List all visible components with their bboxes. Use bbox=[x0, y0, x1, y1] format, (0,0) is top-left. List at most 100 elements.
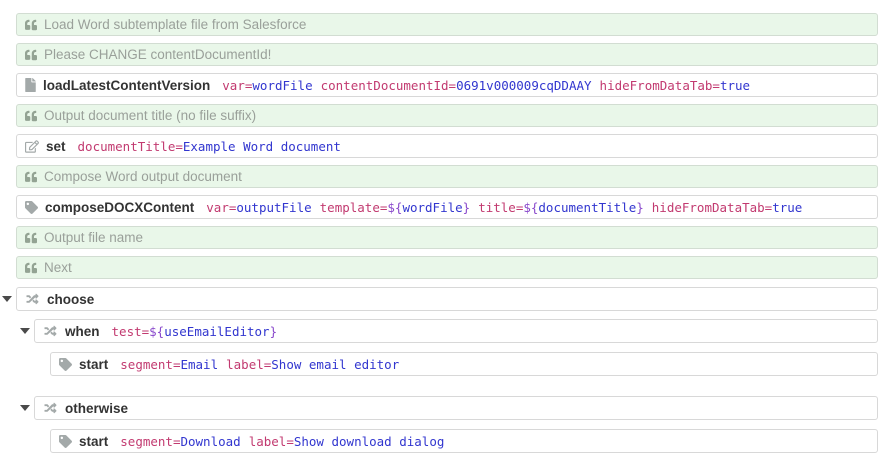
command-params: documentTitle=Example Word document bbox=[78, 139, 349, 154]
param-key: var= bbox=[222, 78, 252, 93]
param-expression-close: } bbox=[463, 200, 471, 215]
comment-row[interactable]: Output document title (no file suffix) bbox=[16, 104, 878, 127]
param-expression-close: } bbox=[270, 324, 278, 339]
command-params: segment=Email label=Show email editor bbox=[120, 357, 407, 372]
param-key: segment= bbox=[120, 357, 180, 372]
script-row: Load Word subtemplate file from Salesfor… bbox=[16, 13, 878, 36]
command-row[interactable]: composeDOCXContent var=outputFile template… bbox=[16, 195, 878, 219]
param-key: label= bbox=[249, 434, 294, 449]
param-key: hideFromDataTab= bbox=[600, 78, 720, 93]
script-row: Output document title (no file suffix) bbox=[16, 104, 878, 127]
comment-row[interactable]: Load Word subtemplate file from Salesfor… bbox=[16, 13, 878, 36]
param-key: hideFromDataTab= bbox=[652, 200, 772, 215]
script-row: composeDOCXContent var=outputFile template… bbox=[16, 195, 878, 219]
command-params: var=wordFile contentDocumentId=0691v00000… bbox=[222, 78, 758, 93]
script-row: otherwise bbox=[34, 396, 878, 420]
quote-icon bbox=[25, 171, 37, 183]
script-row: start segment=Email label=Show email edito… bbox=[50, 352, 878, 376]
comment-text: Compose Word output document bbox=[44, 169, 242, 184]
param-value: 0691v000009cqDDAAY bbox=[456, 78, 591, 93]
param-value: useEmailEditor bbox=[164, 324, 269, 339]
quote-icon bbox=[25, 110, 37, 122]
command-param: segment=Download bbox=[120, 434, 240, 449]
param-key: segment= bbox=[120, 434, 180, 449]
command-params: segment=Download label=Show download dial… bbox=[120, 434, 452, 449]
collapse-caret-icon[interactable] bbox=[20, 328, 30, 334]
command-row[interactable]: set documentTitle=Example Word document bbox=[16, 134, 878, 158]
param-value: outputFile bbox=[236, 200, 311, 215]
command-name: start bbox=[79, 357, 108, 372]
param-key: title= bbox=[478, 200, 523, 215]
param-value: Example Word document bbox=[183, 139, 341, 154]
script-row: set documentTitle=Example Word document bbox=[16, 134, 878, 158]
command-param: hideFromDataTab=true bbox=[652, 200, 803, 215]
quote-icon bbox=[25, 49, 37, 61]
command-name: choose bbox=[47, 292, 94, 307]
command-param: test=${useEmailEditor} bbox=[112, 324, 278, 339]
quote-icon bbox=[25, 262, 37, 274]
command-param: var=outputFile bbox=[206, 200, 311, 215]
param-expression-close: } bbox=[636, 200, 644, 215]
command-name: loadLatestContentVersion bbox=[43, 78, 210, 93]
command-params: var=outputFiletemplate=${wordFile}title=… bbox=[206, 200, 810, 215]
comment-row[interactable]: Compose Word output document bbox=[16, 165, 878, 188]
command-param: label=Show download dialog bbox=[249, 434, 445, 449]
script-editor: Load Word subtemplate file from Salesfor… bbox=[0, 0, 890, 453]
command-row[interactable]: otherwise bbox=[34, 396, 878, 420]
command-name: when bbox=[65, 324, 100, 339]
quote-icon bbox=[25, 232, 37, 244]
command-row[interactable]: choose bbox=[16, 287, 878, 311]
comment-text: Next bbox=[44, 260, 72, 275]
param-key: documentTitle= bbox=[78, 139, 183, 154]
param-key: test= bbox=[112, 324, 150, 339]
comment-row[interactable]: Output file name bbox=[16, 226, 878, 249]
script-row: Output file name bbox=[16, 226, 878, 249]
command-row[interactable]: start segment=Download label=Show download… bbox=[50, 429, 878, 453]
command-param: hideFromDataTab=true bbox=[600, 78, 751, 93]
command-param: var=wordFile bbox=[222, 78, 312, 93]
script-row: loadLatestContentVersion var=wordFile cont… bbox=[16, 73, 878, 97]
param-value: documentTitle bbox=[538, 200, 636, 215]
param-expression-open: ${ bbox=[523, 200, 538, 215]
script-row: choose bbox=[16, 287, 878, 311]
param-key: label= bbox=[226, 357, 271, 372]
command-param: documentTitle=Example Word document bbox=[78, 139, 341, 154]
command-param: template=${wordFile} bbox=[320, 200, 471, 215]
param-value: wordFile bbox=[252, 78, 312, 93]
param-key: template= bbox=[320, 200, 388, 215]
command-name: set bbox=[46, 139, 66, 154]
file-icon bbox=[25, 78, 36, 92]
comment-row[interactable]: Please CHANGE contentDocumentId! bbox=[16, 43, 878, 66]
shuffle-icon bbox=[43, 325, 58, 337]
command-row[interactable]: start segment=Email label=Show email edito… bbox=[50, 352, 878, 376]
tag-icon bbox=[25, 201, 38, 214]
param-value: Download bbox=[180, 434, 240, 449]
script-row: Compose Word output document bbox=[16, 165, 878, 188]
param-value: wordFile bbox=[402, 200, 462, 215]
param-key: var= bbox=[206, 200, 236, 215]
script-row: when test=${useEmailEditor} bbox=[34, 319, 878, 343]
comment-text: Output file name bbox=[44, 230, 143, 245]
command-name: composeDOCXContent bbox=[45, 200, 194, 215]
command-param: label=Show email editor bbox=[226, 357, 399, 372]
comment-text: Please CHANGE contentDocumentId! bbox=[44, 47, 271, 62]
command-param: contentDocumentId=0691v000009cqDDAAY bbox=[321, 78, 592, 93]
command-row[interactable]: loadLatestContentVersion var=wordFile cont… bbox=[16, 73, 878, 97]
param-value: true bbox=[772, 200, 802, 215]
script-row: start segment=Download label=Show download… bbox=[50, 429, 878, 453]
comment-row[interactable]: Next bbox=[16, 256, 878, 279]
param-expression-open: ${ bbox=[387, 200, 402, 215]
command-name: start bbox=[79, 434, 108, 449]
command-row[interactable]: when test=${useEmailEditor} bbox=[34, 319, 878, 343]
param-value: Email bbox=[180, 357, 218, 372]
script-row: Next bbox=[16, 256, 878, 279]
command-param: title=${documentTitle} bbox=[478, 200, 644, 215]
command-name: otherwise bbox=[65, 401, 128, 416]
script-row: Please CHANGE contentDocumentId! bbox=[16, 43, 878, 66]
collapse-caret-icon[interactable] bbox=[2, 296, 12, 302]
comment-text: Load Word subtemplate file from Salesfor… bbox=[44, 17, 306, 32]
shuffle-icon bbox=[25, 293, 40, 305]
command-param: segment=Email bbox=[120, 357, 218, 372]
param-key: contentDocumentId= bbox=[321, 78, 456, 93]
collapse-caret-icon[interactable] bbox=[20, 405, 30, 411]
